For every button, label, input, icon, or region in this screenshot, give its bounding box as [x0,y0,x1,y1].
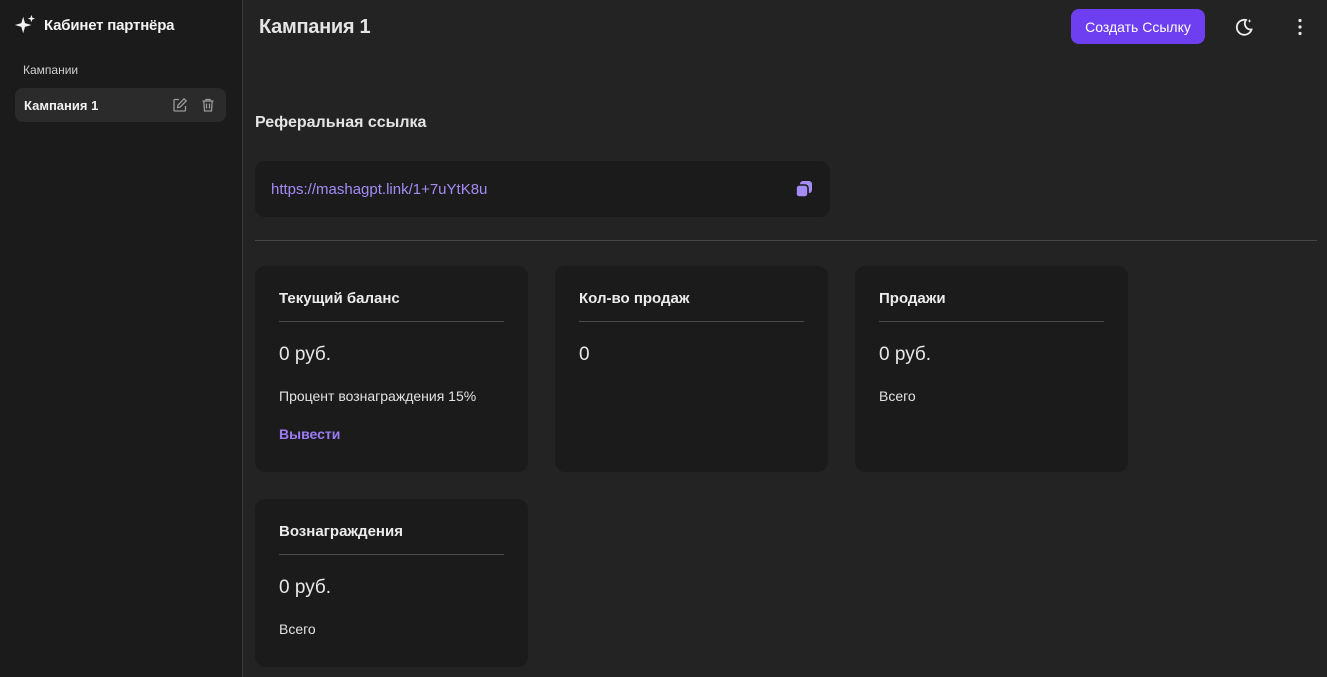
sales-total-label: Всего [879,388,916,404]
app-root: Кабинет партнёра Кампании Кампания 1 Кам… [0,0,1327,677]
sidebar-item-campaign-1[interactable]: Кампания 1 [15,88,226,122]
balance-card: Текущий баланс 0 руб. Процент вознагражд… [255,266,528,472]
more-vertical-icon[interactable] [1289,16,1311,38]
moon-icon[interactable] [1233,16,1255,38]
sales-card-title: Продажи [879,290,1104,322]
copy-icon[interactable] [794,179,814,199]
sparkle-icon [14,14,36,34]
campaigns-section-label: Кампании [23,63,79,77]
trash-icon[interactable] [198,95,218,115]
balance-value: 0 руб. [279,344,332,365]
reward-percent-text: Процент вознаграждения 15% [279,388,477,404]
sales-card: Продажи 0 руб. Всего [855,266,1128,472]
edit-icon[interactable] [170,95,190,115]
withdraw-link[interactable]: Вывести [279,426,340,442]
sales-count-card-title: Кол-во продаж [579,290,804,322]
rewards-value: 0 руб. [279,577,332,598]
page-title: Кампания 1 [259,16,371,38]
referral-heading: Реферальная ссылка [255,114,427,131]
create-link-button[interactable]: Создать Ссылку [1071,9,1205,44]
rewards-total-label: Всего [279,621,316,637]
referral-link-box: https://mashagpt.link/1+7uYtK8u [255,161,830,217]
rewards-card-title: Вознаграждения [279,523,504,555]
balance-card-title: Текущий баланс [279,290,504,322]
sales-value: 0 руб. [879,344,932,365]
sidebar-item-label: Кампания 1 [24,97,99,113]
sales-count-card: Кол-во продаж 0 [555,266,828,472]
brand-title: Кабинет партнёра [44,16,175,34]
rewards-card: Вознаграждения 0 руб. Всего [255,499,528,667]
brand: Кабинет партнёра [14,14,175,36]
sales-count-value: 0 [579,344,590,365]
referral-link[interactable]: https://mashagpt.link/1+7uYtK8u [271,181,794,198]
sidebar: Кабинет партнёра Кампании Кампания 1 [0,0,243,677]
main-content: Кампания 1 Создать Ссылку Реферальная сс… [243,0,1327,677]
section-divider [255,240,1317,241]
